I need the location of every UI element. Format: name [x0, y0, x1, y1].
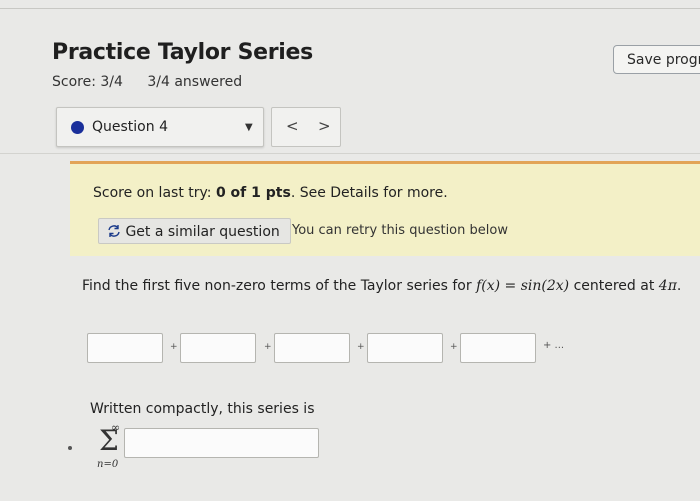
term-1-input[interactable] — [87, 333, 163, 363]
question-mid: centered at — [569, 278, 659, 294]
plus-sign: + — [264, 342, 272, 352]
page-title: Practice Taylor Series — [52, 40, 313, 65]
term-3-input[interactable] — [274, 333, 350, 363]
score-text: Score: 3/4 — [52, 74, 123, 90]
last-try-alert: Score on last try: 0 of 1 pts. See Detai… — [70, 164, 700, 256]
term-2-input[interactable] — [180, 333, 256, 363]
score-line: Score: 3/4 3/4 answered — [52, 74, 262, 90]
current-question-dot-icon — [71, 121, 84, 134]
compact-series-input[interactable] — [124, 428, 319, 458]
retry-text: You can retry this question below — [292, 223, 508, 238]
caret-down-icon: ▼ — [245, 122, 253, 133]
question-eq: = — [500, 278, 521, 294]
alert-score: 0 of 1 pts — [215, 185, 291, 201]
question-end: . — [676, 278, 682, 294]
similar-question-button[interactable]: Get a similar question — [98, 218, 291, 244]
bullet-dot — [68, 446, 72, 450]
question-select-label: Question 4 — [92, 119, 168, 135]
plus-sign: + — [357, 342, 365, 352]
top-divider — [0, 8, 700, 9]
question-lead: Find the first five non-zero terms of th… — [82, 278, 477, 294]
term-5-input[interactable] — [460, 333, 536, 363]
alert-suffix: . See Details for more. — [290, 185, 448, 201]
last-try-message: Score on last try: 0 of 1 pts. See Detai… — [93, 185, 448, 201]
question-func: f(x) — [476, 278, 501, 294]
question-center: 4π — [658, 278, 677, 294]
section-divider — [0, 153, 700, 154]
question-select[interactable]: Question 4 ▼ — [56, 107, 264, 147]
plus-sign: + — [450, 342, 458, 352]
answered-text: 3/4 answered — [147, 74, 243, 90]
series-ellipsis: + ... — [543, 340, 565, 351]
question-rhs: sin(2x) — [520, 278, 570, 294]
alert-prefix: Score on last try: — [93, 185, 216, 201]
similar-question-label: Get a similar question — [125, 224, 280, 240]
save-progress-button[interactable]: Save progre — [613, 45, 700, 74]
question-nav: < > — [271, 107, 341, 147]
refresh-icon — [108, 225, 120, 237]
next-question-button[interactable]: > — [318, 117, 331, 135]
compact-label: Written compactly, this series is — [90, 401, 315, 417]
previous-question-button[interactable]: < — [286, 117, 299, 135]
plus-sign: + — [170, 342, 178, 352]
term-4-input[interactable] — [367, 333, 443, 363]
question-text: Find the first five non-zero terms of th… — [82, 278, 681, 294]
sum-lower-limit: n=0 — [97, 459, 119, 470]
sigma-icon: Σ — [99, 424, 119, 457]
